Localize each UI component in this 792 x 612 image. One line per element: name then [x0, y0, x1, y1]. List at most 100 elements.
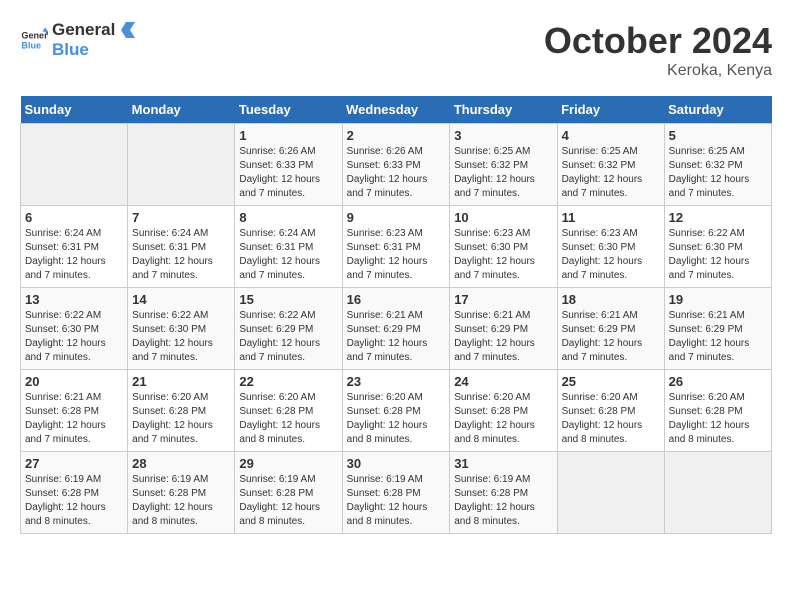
day-number: 11: [562, 210, 660, 225]
day-number: 6: [25, 210, 123, 225]
day-info: Sunrise: 6:24 AM Sunset: 6:31 PM Dayligh…: [239, 227, 337, 283]
day-number: 20: [25, 374, 123, 389]
calendar-cell: 2 Sunrise: 6:26 AM Sunset: 6:33 PM Daylig…: [342, 124, 450, 206]
day-number: 16: [347, 292, 446, 307]
calendar-cell: 26 Sunrise: 6:20 AM Sunset: 6:28 PM Dayli…: [664, 370, 771, 452]
day-info: Sunrise: 6:20 AM Sunset: 6:28 PM Dayligh…: [454, 391, 552, 447]
header-saturday: Saturday: [664, 96, 771, 124]
day-info: Sunrise: 6:22 AM Sunset: 6:30 PM Dayligh…: [669, 227, 767, 283]
day-info: Sunrise: 6:23 AM Sunset: 6:31 PM Dayligh…: [347, 227, 446, 283]
day-info: Sunrise: 6:25 AM Sunset: 6:32 PM Dayligh…: [562, 145, 660, 201]
day-number: 1: [239, 128, 337, 143]
day-number: 10: [454, 210, 552, 225]
calendar-table: SundayMondayTuesdayWednesdayThursdayFrid…: [20, 96, 772, 534]
calendar-cell: 17 Sunrise: 6:21 AM Sunset: 6:29 PM Dayli…: [450, 288, 557, 370]
calendar-cell: 18 Sunrise: 6:21 AM Sunset: 6:29 PM Dayli…: [557, 288, 664, 370]
header-tuesday: Tuesday: [235, 96, 342, 124]
day-number: 23: [347, 374, 446, 389]
calendar-cell: 25 Sunrise: 6:20 AM Sunset: 6:28 PM Dayli…: [557, 370, 664, 452]
calendar-cell: [557, 452, 664, 534]
day-info: Sunrise: 6:26 AM Sunset: 6:33 PM Dayligh…: [347, 145, 446, 201]
day-info: Sunrise: 6:25 AM Sunset: 6:32 PM Dayligh…: [669, 145, 767, 201]
day-info: Sunrise: 6:24 AM Sunset: 6:31 PM Dayligh…: [132, 227, 230, 283]
calendar-cell: 30Sunrise: 6:19 AM Sunset: 6:28 PM Dayli…: [342, 452, 450, 534]
title-block: October 2024 Keroka, Kenya: [544, 20, 772, 80]
month-title: October 2024: [544, 20, 772, 62]
calendar-cell: [21, 124, 128, 206]
day-info: Sunrise: 6:20 AM Sunset: 6:28 PM Dayligh…: [132, 391, 230, 447]
day-info: Sunrise: 6:23 AM Sunset: 6:30 PM Dayligh…: [454, 227, 552, 283]
calendar-cell: 21 Sunrise: 6:20 AM Sunset: 6:28 PM Dayli…: [128, 370, 235, 452]
day-number: 17: [454, 292, 552, 307]
day-number: 14: [132, 292, 230, 307]
day-number: 26: [669, 374, 767, 389]
day-number: 29: [239, 456, 337, 471]
day-number: 30: [347, 456, 446, 471]
header-thursday: Thursday: [450, 96, 557, 124]
page-header: General Blue General Blue October 2024 K…: [20, 20, 772, 80]
svg-text:Blue: Blue: [21, 40, 41, 50]
calendar-cell: 24Sunrise: 6:20 AM Sunset: 6:28 PM Dayli…: [450, 370, 557, 452]
header-sunday: Sunday: [21, 96, 128, 124]
calendar-cell: 12Sunrise: 6:22 AM Sunset: 6:30 PM Dayli…: [664, 206, 771, 288]
day-info: Sunrise: 6:20 AM Sunset: 6:28 PM Dayligh…: [562, 391, 660, 447]
day-info: Sunrise: 6:19 AM Sunset: 6:28 PM Dayligh…: [239, 473, 337, 529]
calendar-cell: 10 Sunrise: 6:23 AM Sunset: 6:30 PM Dayli…: [450, 206, 557, 288]
calendar-cell: 11 Sunrise: 6:23 AM Sunset: 6:30 PM Dayli…: [557, 206, 664, 288]
calendar-cell: 22 Sunrise: 6:20 AM Sunset: 6:28 PM Dayli…: [235, 370, 342, 452]
day-number: 13: [25, 292, 123, 307]
day-number: 9: [347, 210, 446, 225]
day-info: Sunrise: 6:19 AM Sunset: 6:28 PM Dayligh…: [132, 473, 230, 529]
calendar-cell: 23 Sunrise: 6:20 AM Sunset: 6:28 PM Dayli…: [342, 370, 450, 452]
day-number: 3: [454, 128, 552, 143]
day-number: 25: [562, 374, 660, 389]
calendar-cell: 3 Sunrise: 6:25 AM Sunset: 6:32 PM Daylig…: [450, 124, 557, 206]
day-info: Sunrise: 6:23 AM Sunset: 6:30 PM Dayligh…: [562, 227, 660, 283]
logo-icon: General Blue: [20, 26, 48, 54]
day-info: Sunrise: 6:20 AM Sunset: 6:28 PM Dayligh…: [239, 391, 337, 447]
logo-blue: Blue: [52, 40, 135, 60]
calendar-cell: 14 Sunrise: 6:22 AM Sunset: 6:30 PM Dayli…: [128, 288, 235, 370]
calendar-header-row: SundayMondayTuesdayWednesdayThursdayFrid…: [21, 96, 772, 124]
calendar-cell: 29 Sunrise: 6:19 AM Sunset: 6:28 PM Dayli…: [235, 452, 342, 534]
day-info: Sunrise: 6:22 AM Sunset: 6:30 PM Dayligh…: [25, 309, 123, 365]
calendar-cell: 8Sunrise: 6:24 AM Sunset: 6:31 PM Daylig…: [235, 206, 342, 288]
day-number: 18: [562, 292, 660, 307]
day-info: Sunrise: 6:21 AM Sunset: 6:29 PM Dayligh…: [454, 309, 552, 365]
calendar-week-row: 20Sunrise: 6:21 AM Sunset: 6:28 PM Dayli…: [21, 370, 772, 452]
day-number: 7: [132, 210, 230, 225]
day-number: 21: [132, 374, 230, 389]
calendar-week-row: 27Sunrise: 6:19 AM Sunset: 6:28 PM Dayli…: [21, 452, 772, 534]
calendar-cell: 28 Sunrise: 6:19 AM Sunset: 6:28 PM Dayli…: [128, 452, 235, 534]
day-info: Sunrise: 6:20 AM Sunset: 6:28 PM Dayligh…: [347, 391, 446, 447]
calendar-cell: 20Sunrise: 6:21 AM Sunset: 6:28 PM Dayli…: [21, 370, 128, 452]
calendar-cell: 16Sunrise: 6:21 AM Sunset: 6:29 PM Dayli…: [342, 288, 450, 370]
day-info: Sunrise: 6:25 AM Sunset: 6:32 PM Dayligh…: [454, 145, 552, 201]
day-number: 4: [562, 128, 660, 143]
day-number: 31: [454, 456, 552, 471]
day-info: Sunrise: 6:22 AM Sunset: 6:30 PM Dayligh…: [132, 309, 230, 365]
calendar-cell: 7 Sunrise: 6:24 AM Sunset: 6:31 PM Daylig…: [128, 206, 235, 288]
day-info: Sunrise: 6:26 AM Sunset: 6:33 PM Dayligh…: [239, 145, 337, 201]
calendar-week-row: 1 Sunrise: 6:26 AM Sunset: 6:33 PM Daylig…: [21, 124, 772, 206]
day-number: 19: [669, 292, 767, 307]
calendar-cell: 4 Sunrise: 6:25 AM Sunset: 6:32 PM Daylig…: [557, 124, 664, 206]
svg-text:General: General: [21, 31, 48, 41]
calendar-week-row: 13 Sunrise: 6:22 AM Sunset: 6:30 PM Dayli…: [21, 288, 772, 370]
calendar-cell: 27Sunrise: 6:19 AM Sunset: 6:28 PM Dayli…: [21, 452, 128, 534]
day-info: Sunrise: 6:20 AM Sunset: 6:28 PM Dayligh…: [669, 391, 767, 447]
calendar-week-row: 6 Sunrise: 6:24 AM Sunset: 6:31 PM Daylig…: [21, 206, 772, 288]
day-number: 28: [132, 456, 230, 471]
day-info: Sunrise: 6:21 AM Sunset: 6:29 PM Dayligh…: [562, 309, 660, 365]
location: Keroka, Kenya: [544, 62, 772, 80]
day-number: 22: [239, 374, 337, 389]
day-number: 5: [669, 128, 767, 143]
day-info: Sunrise: 6:21 AM Sunset: 6:29 PM Dayligh…: [669, 309, 767, 365]
calendar-cell: 13 Sunrise: 6:22 AM Sunset: 6:30 PM Dayli…: [21, 288, 128, 370]
header-wednesday: Wednesday: [342, 96, 450, 124]
calendar-cell: 1 Sunrise: 6:26 AM Sunset: 6:33 PM Daylig…: [235, 124, 342, 206]
calendar-cell: 5 Sunrise: 6:25 AM Sunset: 6:32 PM Daylig…: [664, 124, 771, 206]
logo-general: General: [52, 20, 115, 40]
header-friday: Friday: [557, 96, 664, 124]
day-number: 2: [347, 128, 446, 143]
